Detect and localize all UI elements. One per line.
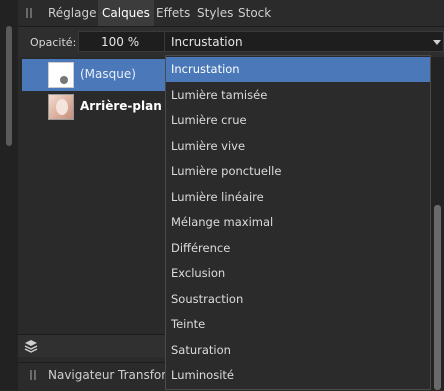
opacity-label: Opacité:: [30, 36, 77, 49]
opacity-field[interactable]: 100 %: [78, 31, 176, 52]
tab-navigateur[interactable]: Navigateur: [44, 363, 118, 387]
mask-thumbnail: [48, 62, 74, 88]
blend-mode-dropdown: Incrustation Lumière tamisée Lumière cru…: [165, 55, 431, 390]
blend-option-exclusion[interactable]: Exclusion: [166, 261, 430, 286]
dropdown-scrollbar[interactable]: [431, 57, 444, 390]
blend-option-lumiere-crue[interactable]: Lumière crue: [166, 108, 430, 133]
blend-option-incrustation[interactable]: Incrustation: [166, 57, 430, 82]
layer-controls-row: Opacité: 100 % Incrustation: [18, 27, 444, 57]
blend-option-soustraction[interactable]: Soustraction: [166, 287, 430, 312]
blend-mode-select[interactable]: Incrustation: [164, 31, 444, 52]
tab-styles[interactable]: Styles: [193, 0, 237, 26]
left-scroll-gutter: [0, 0, 18, 390]
dropdown-scrollbar-thumb[interactable]: [434, 205, 441, 390]
blend-option-lumiere-ponctuelle[interactable]: Lumière ponctuelle: [166, 159, 430, 184]
tab-calques[interactable]: Calques: [98, 0, 154, 26]
layers-stack-icon[interactable]: [24, 339, 38, 353]
blend-option-difference[interactable]: Différence: [166, 236, 430, 261]
tab-stock[interactable]: Stock: [234, 0, 275, 26]
blend-mode-value: Incrustation: [171, 35, 243, 49]
layer-name: (Masque): [80, 67, 136, 81]
layer-name: Arrière-plan: [80, 99, 162, 113]
blend-option-lumiere-vive[interactable]: Lumière vive: [166, 134, 430, 159]
panel-grip-icon[interactable]: [30, 370, 38, 380]
panel-tab-bar: Réglage Calques Effets Styles Stock: [18, 0, 444, 27]
tab-reglage[interactable]: Réglage: [44, 0, 101, 26]
tab-transform[interactable]: Transfor: [114, 363, 170, 387]
blend-option-melange-maximal[interactable]: Mélange maximal: [166, 210, 430, 235]
blend-option-lumiere-lineaire[interactable]: Lumière linéaire: [166, 185, 430, 210]
blend-option-teinte[interactable]: Teinte: [166, 312, 430, 337]
panel-grip-icon[interactable]: [26, 8, 34, 18]
blend-dropdown-chevron-icon[interactable]: [433, 40, 441, 45]
tab-effets[interactable]: Effets: [152, 0, 194, 26]
blend-option-saturation[interactable]: Saturation: [166, 338, 430, 363]
blend-option-luminosite[interactable]: Luminosité: [166, 363, 430, 388]
blend-option-lumiere-tamisee[interactable]: Lumière tamisée: [166, 83, 430, 108]
photo-thumbnail: [48, 94, 74, 120]
opacity-value: 100 %: [101, 35, 140, 49]
left-scrollbar-thumb[interactable]: [6, 26, 12, 146]
